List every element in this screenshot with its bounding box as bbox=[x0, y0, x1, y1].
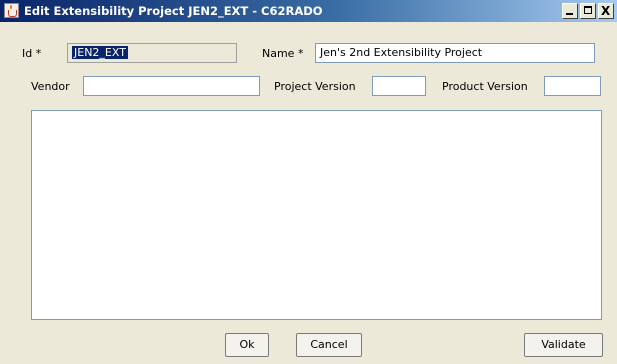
maximize-button[interactable] bbox=[580, 3, 596, 19]
validate-button[interactable]: Validate bbox=[524, 333, 603, 357]
name-value: Jen's 2nd Extensibility Project bbox=[320, 46, 483, 59]
project-version-label: Project Version bbox=[274, 80, 356, 93]
close-button[interactable]: X bbox=[598, 3, 614, 19]
vendor-label: Vendor bbox=[31, 80, 70, 93]
minimize-icon bbox=[566, 13, 573, 15]
title-bar[interactable]: Edit Extensibility Project JEN2_EXT - C6… bbox=[0, 0, 617, 22]
id-label: Id * bbox=[22, 47, 42, 60]
id-value: JEN2_EXT bbox=[72, 46, 128, 59]
name-field[interactable]: Jen's 2nd Extensibility Project bbox=[315, 43, 595, 63]
description-textarea[interactable] bbox=[31, 110, 602, 320]
java-app-icon[interactable] bbox=[4, 3, 19, 18]
maximize-icon bbox=[584, 6, 592, 14]
project-version-field[interactable] bbox=[372, 76, 426, 96]
name-label: Name * bbox=[262, 47, 304, 60]
vendor-field[interactable] bbox=[83, 76, 260, 96]
close-icon: X bbox=[601, 4, 611, 18]
product-version-label: Product Version bbox=[442, 80, 528, 93]
id-field[interactable]: JEN2_EXT bbox=[67, 43, 237, 63]
ok-button[interactable]: Ok bbox=[225, 333, 269, 357]
cancel-button[interactable]: Cancel bbox=[296, 333, 362, 357]
window-title: Edit Extensibility Project JEN2_EXT - C6… bbox=[24, 4, 323, 18]
minimize-button[interactable] bbox=[562, 3, 578, 19]
product-version-field[interactable] bbox=[544, 76, 601, 96]
edit-project-dialog: Edit Extensibility Project JEN2_EXT - C6… bbox=[0, 0, 617, 364]
